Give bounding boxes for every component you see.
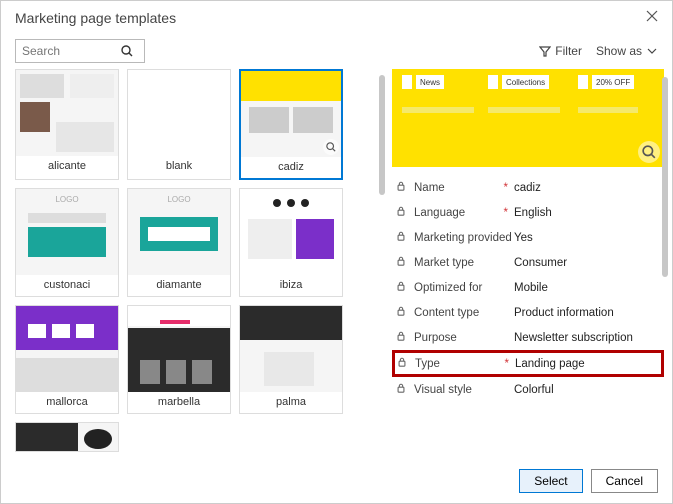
template-label: palma <box>240 392 342 413</box>
template-card-palma[interactable]: palma <box>239 305 343 414</box>
property-value: Consumer <box>514 257 660 269</box>
property-label: Marketing provided <box>396 231 514 244</box>
property-row: Content typeProduct information <box>392 300 664 325</box>
details-pane: News Collections 20% OFF Name*cadizLangu… <box>392 69 670 459</box>
template-card-ibiza[interactable]: ibiza <box>239 188 343 297</box>
template-label: mallorca <box>16 392 118 413</box>
property-value: Yes <box>514 232 660 244</box>
preview-tab: News <box>416 75 444 89</box>
property-label: Name* <box>396 181 514 194</box>
showas-button[interactable]: Show as <box>596 44 658 58</box>
close-button[interactable] <box>646 9 658 27</box>
search-box[interactable] <box>15 39 145 63</box>
property-row: Marketing providedYes <box>392 225 664 250</box>
property-row: PurposeNewsletter subscription <box>392 325 664 350</box>
property-value: cadiz <box>514 182 660 194</box>
template-label: cadiz <box>241 157 341 178</box>
details-scrollbar[interactable] <box>659 69 670 459</box>
property-row: Language*English <box>392 200 664 225</box>
template-card-cadiz[interactable]: cadiz <box>239 69 343 180</box>
lock-icon <box>396 281 412 294</box>
template-card-mallorca[interactable]: mallorca <box>15 305 119 414</box>
property-row: Name*cadiz <box>392 175 664 200</box>
property-list: Name*cadizLanguage*EnglishMarketing prov… <box>392 175 664 459</box>
property-value: Landing page <box>515 358 659 370</box>
template-label: alicante <box>16 156 118 177</box>
property-value: Colorful <box>514 384 660 396</box>
property-label: Purpose <box>396 331 514 344</box>
lock-icon <box>396 206 412 219</box>
showas-label: Show as <box>596 44 642 58</box>
lock-icon <box>396 181 412 194</box>
property-label: Language* <box>396 206 514 219</box>
template-preview: News Collections 20% OFF <box>392 69 664 167</box>
template-card-diamante[interactable]: LOGO diamante <box>127 188 231 297</box>
property-value: Newsletter subscription <box>514 332 660 344</box>
template-label: custonaci <box>16 275 118 296</box>
filter-icon <box>539 45 551 57</box>
chevron-down-icon <box>646 45 658 57</box>
cancel-button[interactable]: Cancel <box>591 469 658 493</box>
property-row: Visual styleColorful <box>392 377 664 402</box>
property-label: Market type <box>396 256 514 269</box>
property-row: Market typeConsumer <box>392 250 664 275</box>
template-card-partial[interactable] <box>15 422 119 452</box>
magnify-icon <box>323 139 339 155</box>
property-label: Type* <box>397 357 515 370</box>
lock-icon <box>396 331 412 344</box>
lock-icon <box>396 383 412 396</box>
lock-icon <box>396 231 412 244</box>
template-gallery: alicante blank cadiz LOGO <box>15 69 390 459</box>
property-value: English <box>514 207 660 219</box>
template-card-marbella[interactable]: marbella <box>127 305 231 414</box>
template-card-alicante[interactable]: alicante <box>15 69 119 180</box>
filter-button[interactable]: Filter <box>539 44 582 58</box>
filter-label: Filter <box>555 44 582 58</box>
property-label: Visual style <box>396 383 514 396</box>
lock-icon <box>396 256 412 269</box>
template-card-blank[interactable]: blank <box>127 69 231 180</box>
select-button[interactable]: Select <box>519 469 582 493</box>
property-row: Type*Landing page <box>392 350 664 377</box>
template-label: marbella <box>128 392 230 413</box>
template-card-custonaci[interactable]: LOGO custonaci <box>15 188 119 297</box>
lock-icon <box>397 357 413 370</box>
dialog-title: Marketing page templates <box>15 10 176 26</box>
preview-tab: Collections <box>502 75 549 89</box>
property-row: Optimized forMobile <box>392 275 664 300</box>
template-label: ibiza <box>240 275 342 296</box>
template-label: diamante <box>128 275 230 296</box>
search-input[interactable] <box>16 44 116 58</box>
template-label: blank <box>128 156 230 177</box>
lock-icon <box>396 306 412 319</box>
gallery-scrollbar[interactable] <box>376 69 388 459</box>
property-value: Product information <box>514 307 660 319</box>
preview-tab: 20% OFF <box>592 75 634 89</box>
property-label: Optimized for <box>396 281 514 294</box>
zoom-icon[interactable] <box>638 141 660 163</box>
property-label: Content type <box>396 306 514 319</box>
property-value: Mobile <box>514 282 660 294</box>
search-icon <box>116 45 138 57</box>
